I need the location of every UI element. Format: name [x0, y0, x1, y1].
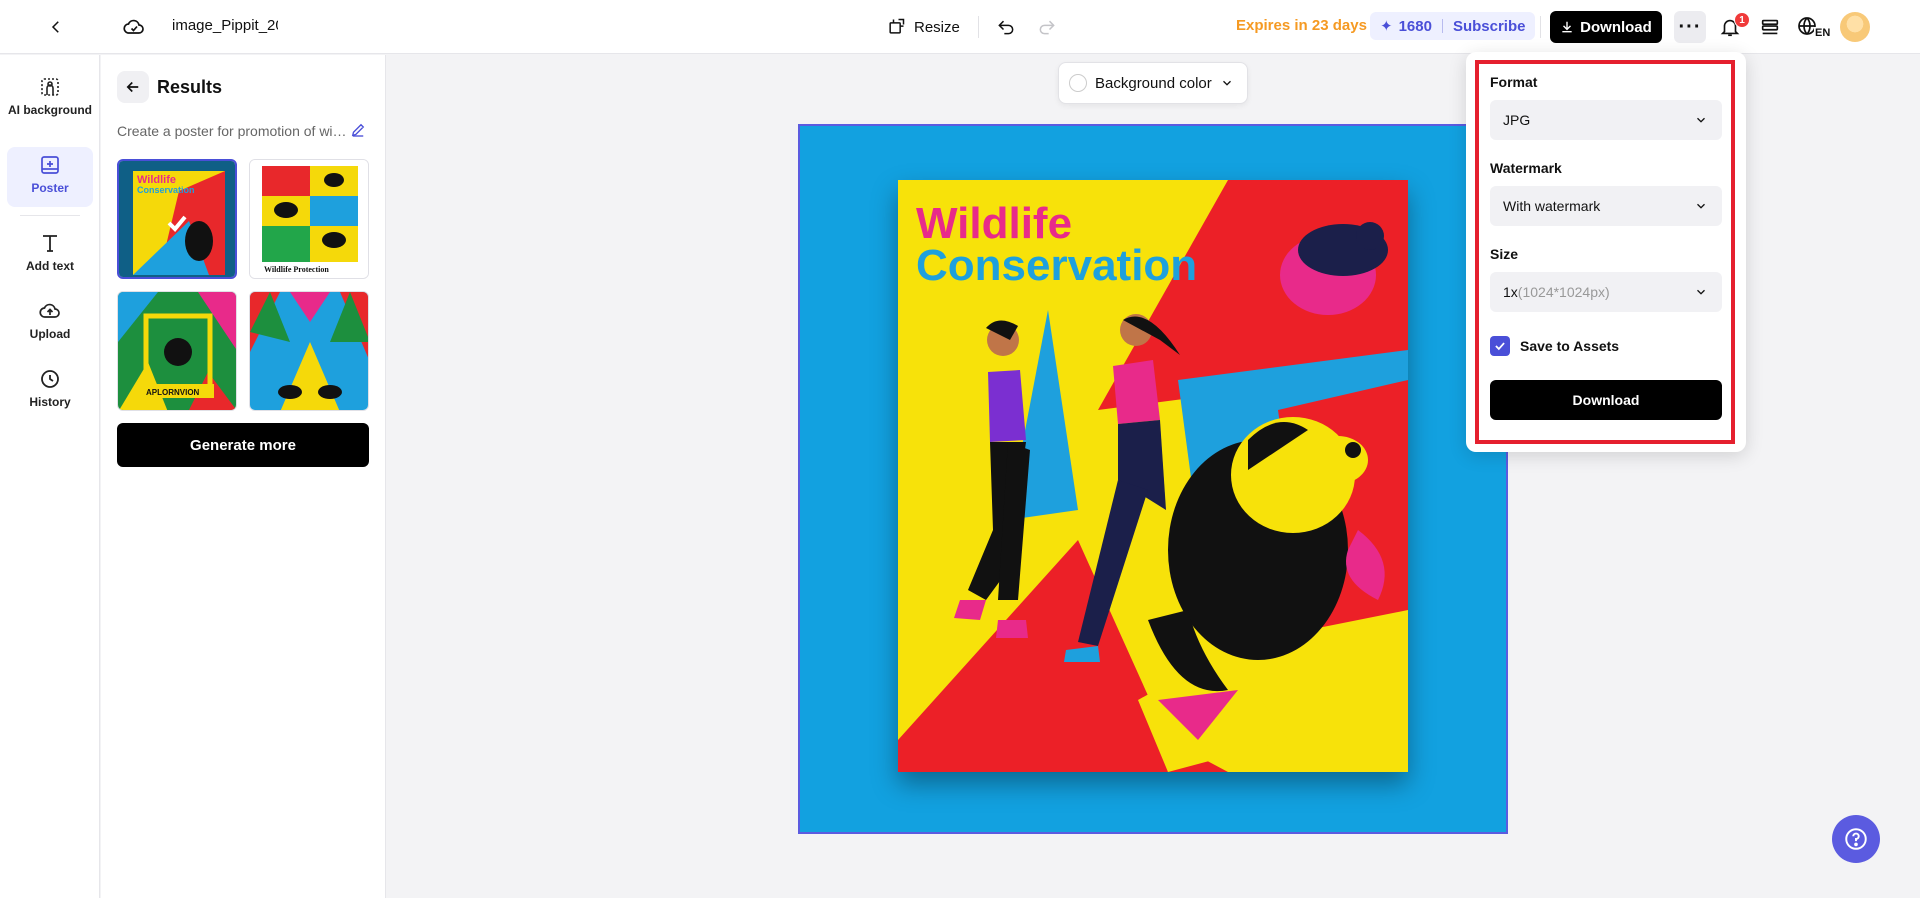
result-thumbnail-3[interactable]: APLORNVION: [117, 291, 237, 411]
rail-item-upload[interactable]: Upload: [7, 293, 93, 349]
watermark-value: With watermark: [1503, 198, 1601, 214]
prompt-text: Create a poster for promotion of wildlif…: [117, 123, 349, 139]
layers-icon[interactable]: [1754, 11, 1786, 43]
checkmark-icon: [1495, 342, 1505, 351]
text-icon: [43, 235, 57, 252]
edit-prompt-icon[interactable]: [349, 121, 367, 144]
poster-icon: [41, 156, 59, 174]
resize-label: Resize: [914, 18, 960, 36]
ai-background-icon: [41, 78, 59, 96]
save-to-assets-label: Save to Assets: [1520, 338, 1620, 354]
panel-download-button[interactable]: Download: [1490, 380, 1722, 420]
language-code: EN: [1814, 27, 1832, 39]
rail-item-history[interactable]: History: [7, 361, 93, 417]
help-icon[interactable]: [1832, 815, 1880, 863]
download-label: Download: [1580, 18, 1652, 36]
chevron-down-icon: [1697, 289, 1705, 295]
rail-item-add-text[interactable]: Add text: [7, 225, 93, 281]
size-select[interactable]: 1x(1024*1024px): [1490, 272, 1722, 312]
rail-label: Poster: [31, 181, 69, 195]
credits-count: 1680: [1398, 17, 1432, 35]
download-icon: [1562, 21, 1572, 33]
svg-text:Conservation: Conservation: [137, 185, 195, 195]
chevron-down-icon: [1697, 117, 1705, 123]
left-tool-rail: AI background Poster Add text Upload His…: [0, 55, 100, 898]
size-value: 1x: [1503, 284, 1518, 300]
format-select[interactable]: JPG: [1490, 100, 1722, 140]
format-value: JPG: [1503, 112, 1531, 128]
download-settings-panel: Format JPG Watermark With watermark Size…: [1466, 52, 1746, 452]
results-panel: Results Create a poster for promotion of…: [101, 55, 386, 898]
generate-more-button[interactable]: Generate more: [117, 423, 369, 467]
size-detail: (1024*1024px): [1517, 284, 1610, 300]
expiry-notice: Expires in 23 days: [1236, 17, 1367, 34]
result-thumbnail-2[interactable]: Wildlife Protection: [249, 159, 369, 279]
resize-icon: [889, 18, 905, 34]
rail-label: Upload: [29, 327, 71, 341]
top-bar: image_Pippit_20 Resize Expires in 23 day…: [0, 0, 1920, 54]
more-options-icon[interactable]: ···: [1674, 11, 1706, 43]
result-thumbnail-4[interactable]: [249, 291, 369, 411]
undo-icon[interactable]: [990, 11, 1022, 43]
save-to-assets-option[interactable]: Save to Assets: [1490, 336, 1619, 356]
upload-icon: [39, 303, 60, 318]
user-avatar[interactable]: [1840, 12, 1870, 42]
rail-item-poster[interactable]: Poster: [7, 147, 93, 207]
file-name[interactable]: image_Pippit_20: [172, 17, 278, 34]
download-button[interactable]: Download: [1550, 11, 1662, 43]
size-label: Size: [1490, 246, 1519, 262]
sparkle-icon: ✦: [1380, 18, 1393, 35]
color-swatch: [1069, 74, 1087, 92]
format-label: Format: [1490, 74, 1538, 90]
back-chevron-icon[interactable]: [40, 11, 72, 43]
rail-label: History: [29, 395, 71, 409]
notification-badge: 1: [1734, 12, 1750, 28]
background-color-button[interactable]: Background color: [1058, 62, 1248, 104]
svg-text:APLORNVION: APLORNVION: [146, 388, 200, 397]
poster-title-line2: Conservation: [916, 241, 1197, 290]
watermark-label: Watermark: [1490, 160, 1562, 176]
result-thumbnail-1[interactable]: Wildlife Conservation: [117, 159, 237, 279]
rail-label: Add text: [26, 259, 74, 273]
chevron-down-icon: [1222, 80, 1231, 86]
resize-button[interactable]: Resize: [886, 11, 960, 43]
history-icon: [41, 370, 59, 388]
watermark-select[interactable]: With watermark: [1490, 186, 1722, 226]
language-selector[interactable]: EN: [1796, 12, 1832, 42]
rail-label: AI background: [7, 103, 92, 117]
rail-item-ai-background[interactable]: AI background: [7, 69, 93, 131]
redo-icon[interactable]: [1031, 11, 1063, 43]
subscribe-link[interactable]: Subscribe: [1453, 18, 1526, 35]
save-to-assets-checkbox[interactable]: [1490, 336, 1510, 356]
credits-badge[interactable]: ✦ 1680 Subscribe: [1370, 12, 1536, 40]
cloud-save-icon[interactable]: [118, 11, 150, 43]
poster-image[interactable]: Wildlife Conservation: [898, 180, 1408, 772]
chevron-down-icon: [1697, 203, 1705, 209]
background-color-label: Background color: [1095, 74, 1212, 92]
svg-text:Wildlife Protection: Wildlife Protection: [264, 265, 329, 274]
panel-title: Results: [157, 77, 223, 97]
back-arrow-icon[interactable]: [117, 71, 149, 103]
canvas-artboard[interactable]: Wildlife Conservation: [798, 124, 1508, 834]
